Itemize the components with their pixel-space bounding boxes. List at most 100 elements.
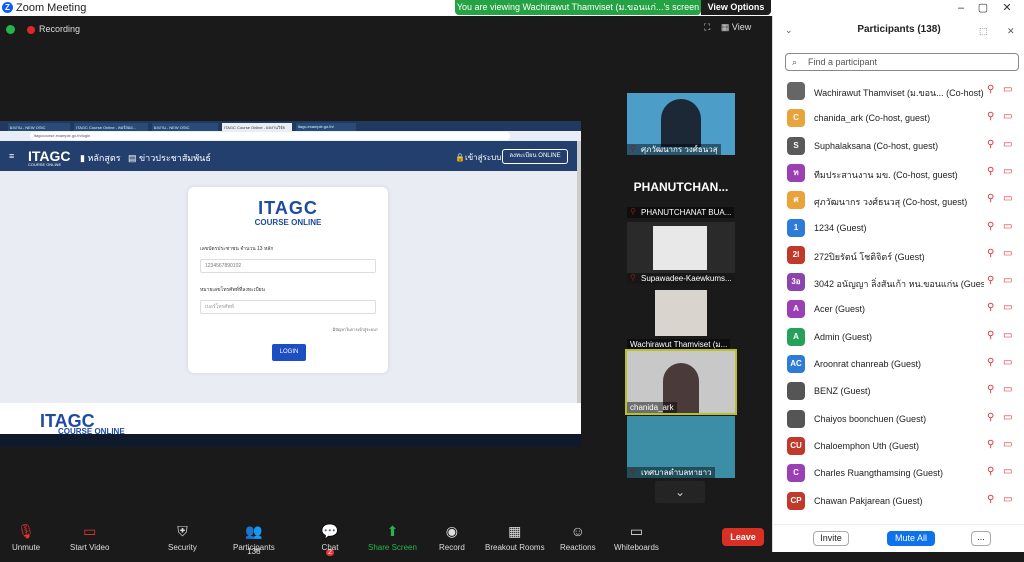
chat-button[interactable]: 💬2 Chat [320,522,340,556]
share-screen-button[interactable]: ⬆ Share Screen [368,522,417,552]
view-options-button[interactable]: View Options [701,0,771,15]
browser-tab[interactable]: ITAGC Course Online - คอร์สออ... [74,123,148,131]
participant-row[interactable]: C Charles Ruangthamsing (Guest) ⚲ ▭ [773,460,1024,487]
video-off-icon[interactable]: ▭ [1003,84,1012,95]
close-icon[interactable]: ✕ [1007,26,1015,37]
muted-mic-icon[interactable]: ⚲ [987,412,994,423]
participant-row[interactable]: Cchanida_ark (Co-host, guest) ⚲ ▭ [773,105,1024,132]
video-off-icon[interactable]: ▭ [1003,357,1012,368]
participant-row[interactable]: Wachirawut Thamviset (ม.ขอน... (Co-host)… [773,78,1024,105]
breakout-rooms-button[interactable]: ▦ Breakout Rooms [485,522,545,552]
start-video-button[interactable]: ▭ Start Video [70,522,109,552]
participant-row[interactable]: CU Chaloemphon Uth (Guest) ⚲ ▭ [773,433,1024,460]
muted-mic-icon[interactable]: ⚲ [987,248,994,259]
invite-button[interactable]: Invite [813,531,849,546]
video-off-icon[interactable]: ▭ [1003,248,1012,259]
close-icon[interactable]: ✕ [1000,1,1014,15]
active-video-tile[interactable]: chanida_ark [625,349,737,415]
leave-button[interactable]: Leave [722,528,764,546]
muted-mic-icon[interactable]: ⚲ [987,357,994,368]
muted-mic-icon[interactable]: ⚲ [987,221,994,232]
participants-button[interactable]: 👥138 Participants [233,522,275,556]
nav-news[interactable]: ▤ ข่าวประชาสัมพันธ์ [128,151,211,165]
url-field[interactable]: itagccourse.example.go.th/login [30,132,510,140]
muted-mic-icon[interactable]: ⚲ [987,111,994,122]
reactions-button[interactable]: ☺ Reactions [560,522,596,552]
muted-mic-icon[interactable]: ⚲ [987,302,994,313]
view-button[interactable]: ⛶ ▦ View [704,22,751,33]
video-off-icon[interactable]: ▭ [1003,193,1012,204]
whiteboards-button[interactable]: ▭ Whiteboards [614,522,659,552]
login-button[interactable]: LOGIN [272,344,306,361]
video-off-icon[interactable]: ▭ [1003,330,1012,341]
participant-row[interactable]: Chaiyos boonchuen (Guest) ⚲ ▭ [773,406,1024,433]
site-logo[interactable]: ITAGC COURSE ONLINE [28,148,71,167]
unmute-button[interactable]: 🎙 Unmute [12,522,40,552]
login-link[interactable]: 🔒เข้าสู่ระบบ [455,151,501,164]
nav-courses[interactable]: ▮ หลักสูตร [80,151,121,165]
muted-mic-icon[interactable]: ⚲ [987,439,994,450]
video-off-icon[interactable]: ▭ [1003,412,1012,423]
video-off-icon[interactable]: ▭ [1003,111,1012,122]
participant-name: Acer (Guest) [814,304,866,315]
muted-mic-icon[interactable]: ⚲ [987,193,994,204]
browser-tab[interactable]: ผลงาน - NEW OSIC [8,123,70,131]
id-input[interactable]: 1234567890102 [200,259,376,273]
participant-row[interactable]: 2l 272ปิยรัตน์ โชติจิตร์ (Guest) ⚲ ▭ [773,242,1024,269]
minimize-icon[interactable]: – [954,1,968,15]
video-tile[interactable]: ⚲ Supawadee-Kaewkums... [627,222,735,284]
forgot-link[interactable]: มีปัญหาในการเข้าสู่ระบบ? [333,326,378,333]
muted-mic-icon[interactable]: ⚲ [987,84,994,95]
muted-mic-icon[interactable]: ⚲ [987,166,994,177]
participant-row[interactable]: AC Aroonrat chanreab (Guest) ⚲ ▭ [773,351,1024,378]
muted-mic-icon[interactable]: ⚲ [987,275,994,286]
browser-tab[interactable]: ผลงาน - NEW OSIC [152,123,218,131]
video-tile[interactable]: Wachirawut Thamviset (ม... [627,288,735,350]
security-button[interactable]: ⛨ Security [168,522,197,552]
participant-name: Chaiyos boonchuen (Guest) [814,413,927,424]
record-button[interactable]: ◉ Record [439,522,465,552]
shared-screen[interactable]: ผลงาน - NEW OSIC ITAGC Course Online - ค… [0,121,581,447]
page-scrollbar[interactable] [577,141,581,403]
video-off-icon[interactable]: ▭ [1003,439,1012,450]
video-tile[interactable]: PHANUTCHAN... ⚲ PHANUTCHANAT BUA... [627,156,735,218]
participant-row[interactable]: ท ทีมประสานงาน มข. (Co-host, guest) ⚲ ▭ [773,160,1024,187]
phone-input[interactable]: เบอร์โทรศัพท์ [200,300,376,314]
phone-label: หมายเลขโทรศัพท์ที่ลงทะเบียน [200,287,265,293]
browser-tab[interactable]: itagc.example.go.th/ [296,123,356,131]
search-input[interactable]: ⌕ Find a participant [785,53,1019,71]
video-tile[interactable]: ⚲ ศุภวัฒนากร วงศ์ธนวสุ [627,93,735,155]
mute-all-button[interactable]: Mute All [887,531,935,546]
participant-row[interactable]: ศ ศุภวัฒนากร วงศ์ธนวสุ (Co-host, guest) ⚲ ▭ [773,187,1024,214]
video-off-icon[interactable]: ▭ [1003,466,1012,477]
muted-mic-icon[interactable]: ⚲ [987,494,994,505]
participant-row[interactable]: A Acer (Guest) ⚲ ▭ [773,296,1024,323]
participant-row[interactable]: 3อ 3042 อนัญญา ลิ่งสันเก้า หน.ขอนแก่น (Gu… [773,269,1024,296]
hamburger-icon[interactable]: ≡ [9,151,14,161]
participant-row[interactable]: 1 1234 (Guest) ⚲ ▭ [773,215,1024,242]
popout-icon[interactable]: ⬚ [979,26,988,37]
video-off-icon[interactable]: ▭ [1003,221,1012,232]
video-off-icon[interactable]: ▭ [1003,384,1012,395]
muted-mic-icon[interactable]: ⚲ [987,384,994,395]
muted-mic-icon[interactable]: ⚲ [987,330,994,341]
participant-row[interactable]: CP Chawan Pakjarean (Guest) ⚲ ▭ [773,488,1024,515]
participant-name: 1234 (Guest) [814,222,867,233]
browser-tab[interactable]: ITAGC Course Online - ผลงานวิจัย [222,123,292,131]
video-tile[interactable]: ⚲ เทศบาลตำบลทายาว [627,416,735,478]
video-off-icon[interactable]: ▭ [1003,139,1012,150]
video-off-icon[interactable]: ▭ [1003,166,1012,177]
participant-row[interactable]: BENZ (Guest) ⚲ ▭ [773,378,1024,405]
muted-mic-icon[interactable]: ⚲ [987,466,994,477]
participant-row[interactable]: A Admin (Guest) ⚲ ▭ [773,324,1024,351]
chevron-down-icon[interactable]: ⌄ [655,481,705,503]
more-button[interactable]: ... [971,531,991,546]
maximize-icon[interactable]: ▢ [976,1,990,15]
video-off-icon[interactable]: ▭ [1003,275,1012,286]
avatar: ศ [787,191,805,210]
participant-row[interactable]: S Suphalaksana (Co-host, guest) ⚲ ▭ [773,133,1024,160]
video-off-icon[interactable]: ▭ [1003,494,1012,505]
muted-mic-icon[interactable]: ⚲ [987,139,994,150]
register-button[interactable]: ลงทะเบียน ONLINE [502,149,568,164]
video-off-icon[interactable]: ▭ [1003,302,1012,313]
